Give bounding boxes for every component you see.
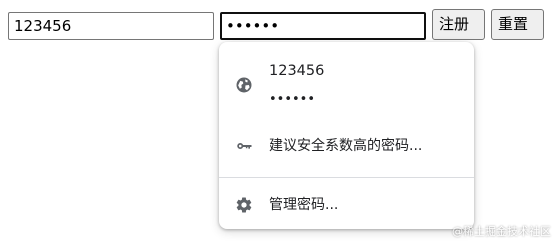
saved-username: 123456 bbox=[269, 63, 325, 79]
saved-password-mask: •••••• bbox=[269, 92, 316, 107]
gear-icon bbox=[235, 196, 253, 214]
suggest-strong-password-item[interactable]: 建议安全系数高的密码... bbox=[219, 131, 474, 161]
username-input[interactable]: 123456 bbox=[8, 12, 214, 40]
manage-passwords-label: 管理密码... bbox=[269, 197, 339, 213]
password-autofill-dropdown: 123456 •••••• 建议安全系数高的密码... 管理密码... bbox=[219, 42, 474, 229]
suggest-password-label: 建议安全系数高的密码... bbox=[269, 138, 423, 154]
reset-button[interactable]: 重置 bbox=[491, 9, 544, 40]
manage-passwords-item[interactable]: 管理密码... bbox=[219, 190, 474, 220]
watermark: @稀土掘金技术社区 bbox=[452, 225, 551, 238]
key-icon bbox=[235, 137, 253, 155]
saved-credential-item[interactable]: 123456 •••••• bbox=[219, 56, 474, 118]
globe-icon bbox=[235, 76, 253, 94]
password-input[interactable]: •••••• bbox=[220, 12, 426, 40]
menu-divider bbox=[219, 177, 474, 178]
register-button[interactable]: 注册 bbox=[432, 9, 485, 40]
